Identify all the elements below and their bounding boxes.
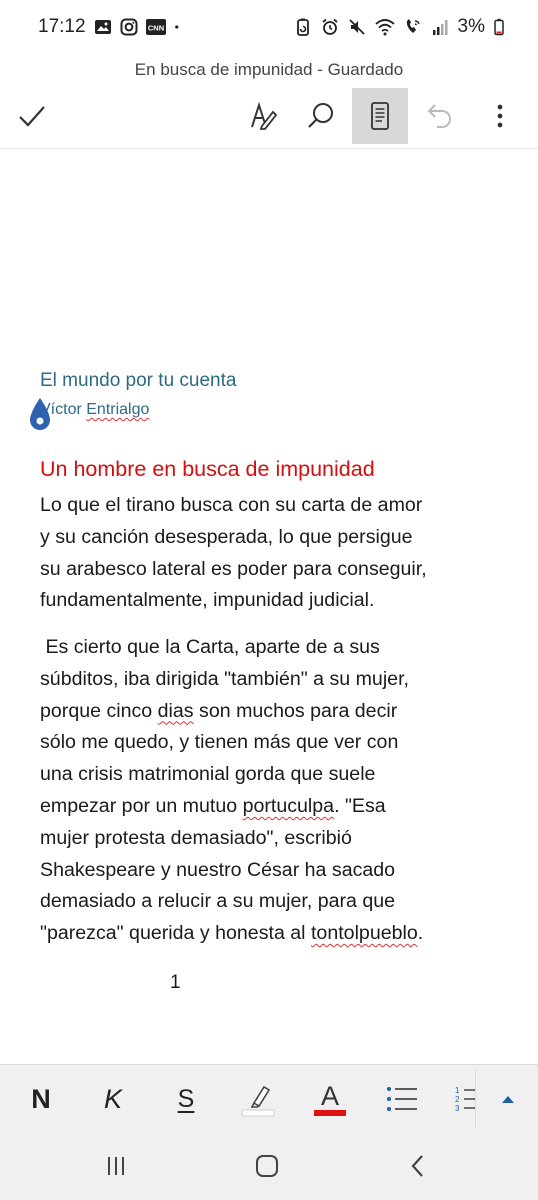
font-color-button[interactable]: A <box>301 1065 359 1133</box>
dot-icon <box>175 25 179 29</box>
mobile-view-icon <box>371 102 389 130</box>
highlight-button[interactable] <box>229 1065 287 1133</box>
italic-label: K <box>103 1083 122 1114</box>
paragraph-line: fundamentalmente, impunidad judicial. <box>40 589 375 612</box>
numbered-list-button[interactable]: 123 <box>444 1065 484 1133</box>
paragraph-line: mujer protesta demasiado", escribió <box>40 826 352 849</box>
home-icon <box>256 1155 278 1177</box>
mute-icon <box>348 19 365 35</box>
more-options-button[interactable] <box>472 88 528 144</box>
paragraph-line: sólo me quedo, y tienen más que ver con <box>40 731 399 754</box>
list-number: 1 <box>455 1086 460 1095</box>
home-button[interactable] <box>247 1146 287 1186</box>
done-button[interactable] <box>4 88 60 144</box>
cursor-handle-icon[interactable] <box>26 396 54 440</box>
battery-saver-icon <box>296 18 309 36</box>
paragraph-line: Lo que el tirano busca con su carta de a… <box>40 494 423 516</box>
doc-subtitle[interactable]: Un hombre en busca de impunidad <box>40 457 375 482</box>
doc-author[interactable]: Víctor Entrialgo <box>40 401 149 419</box>
paragraph-line: y su canción desesperada, lo que persigu… <box>40 525 413 548</box>
paragraph-line: súbditos, iba dirigida "también" a su mu… <box>40 667 409 690</box>
done-check-icon <box>19 106 45 127</box>
back-icon <box>411 1155 423 1177</box>
bullet-list-icon <box>387 1087 417 1111</box>
bold-button[interactable]: N <box>12 1065 70 1133</box>
wifi-call-icon <box>406 19 420 33</box>
misspelled-word: tontolpueblo <box>310 922 418 945</box>
paragraph-line: su arabesco lateral es poder para conseg… <box>40 557 427 580</box>
search-icon <box>308 103 333 128</box>
recent-apps-icon <box>108 1157 124 1175</box>
underline-button[interactable]: S <box>157 1065 215 1133</box>
undo-icon <box>427 104 451 128</box>
bold-label: N <box>31 1083 51 1114</box>
battery-percent: 3% <box>457 16 485 37</box>
draw-button[interactable] <box>235 88 291 144</box>
paragraph-line: demasiado a relucir a su mujer, para que <box>40 890 396 913</box>
format-bar: N K S A 123 <box>0 1064 538 1132</box>
system-nav-bar <box>0 1132 538 1200</box>
misspelled-word: dias <box>157 699 194 722</box>
instagram-icon <box>120 18 138 36</box>
more-options-icon <box>497 104 503 128</box>
image-icon <box>95 20 111 34</box>
paragraph-line: Shakespeare y nuestro César ha sacado <box>40 858 396 881</box>
misspelled-word: portuculpa <box>242 794 335 817</box>
format-bar-separator <box>475 1069 476 1129</box>
status-time: 17:12 <box>38 16 86 37</box>
draw-pen-icon <box>251 101 278 130</box>
undo-button[interactable] <box>412 88 468 144</box>
list-number: 2 <box>455 1095 460 1104</box>
toolbar-divider <box>0 148 538 149</box>
document-canvas[interactable]: El mundo por tu cuenta Víctor Entrialgo … <box>0 150 538 1062</box>
mobile-view-button[interactable] <box>352 88 408 144</box>
expand-ribbon-button[interactable] <box>486 1065 530 1133</box>
cnn-label: CNN <box>148 24 164 33</box>
doc-heading[interactable]: El mundo por tu cuenta <box>40 370 236 392</box>
font-color-icon: A <box>314 1081 346 1116</box>
status-bar: 17:12 CNN 3% <box>0 0 538 56</box>
signal-icon <box>432 20 448 35</box>
recent-apps-button[interactable] <box>96 1146 136 1186</box>
search-button[interactable] <box>293 88 349 144</box>
bullet-list-button[interactable] <box>373 1065 431 1133</box>
paragraph-line: una crisis matrimonial gorda que suele <box>40 763 376 786</box>
cnn-icon: CNN <box>146 19 166 35</box>
underline-label: S <box>177 1084 195 1113</box>
paragraph-line: porque cinco dias son muchos para decir <box>40 699 398 722</box>
toolbar <box>0 86 538 146</box>
paragraph-line: empezar por un mutuo portuculpa. "Esa <box>40 794 386 817</box>
list-number: 3 <box>455 1104 460 1113</box>
page-number: 1 <box>170 972 181 993</box>
paragraph-line: Es cierto que la Carta, aparte de a sus <box>40 636 380 658</box>
paragraph-2[interactable]: Es cierto que la Carta, aparte de a sus … <box>40 632 510 950</box>
author-last-name: Entrialgo <box>86 401 150 418</box>
italic-button[interactable]: K <box>84 1065 142 1133</box>
alarm-icon <box>321 18 338 35</box>
font-color-label: A <box>321 1081 339 1111</box>
document-title: En busca de impunidad - Guardado <box>134 60 404 79</box>
battery-icon <box>494 18 504 36</box>
highlighter-icon <box>241 1085 275 1117</box>
paragraph-line: "parezca" querida y honesta al tontolpue… <box>40 922 424 945</box>
paragraph-1[interactable]: Lo que el tirano busca con su carta de a… <box>40 490 510 617</box>
numbered-list-icon: 123 <box>455 1086 475 1113</box>
wifi-icon <box>374 19 395 36</box>
chevron-up-icon <box>502 1096 514 1103</box>
back-button[interactable] <box>398 1146 438 1186</box>
